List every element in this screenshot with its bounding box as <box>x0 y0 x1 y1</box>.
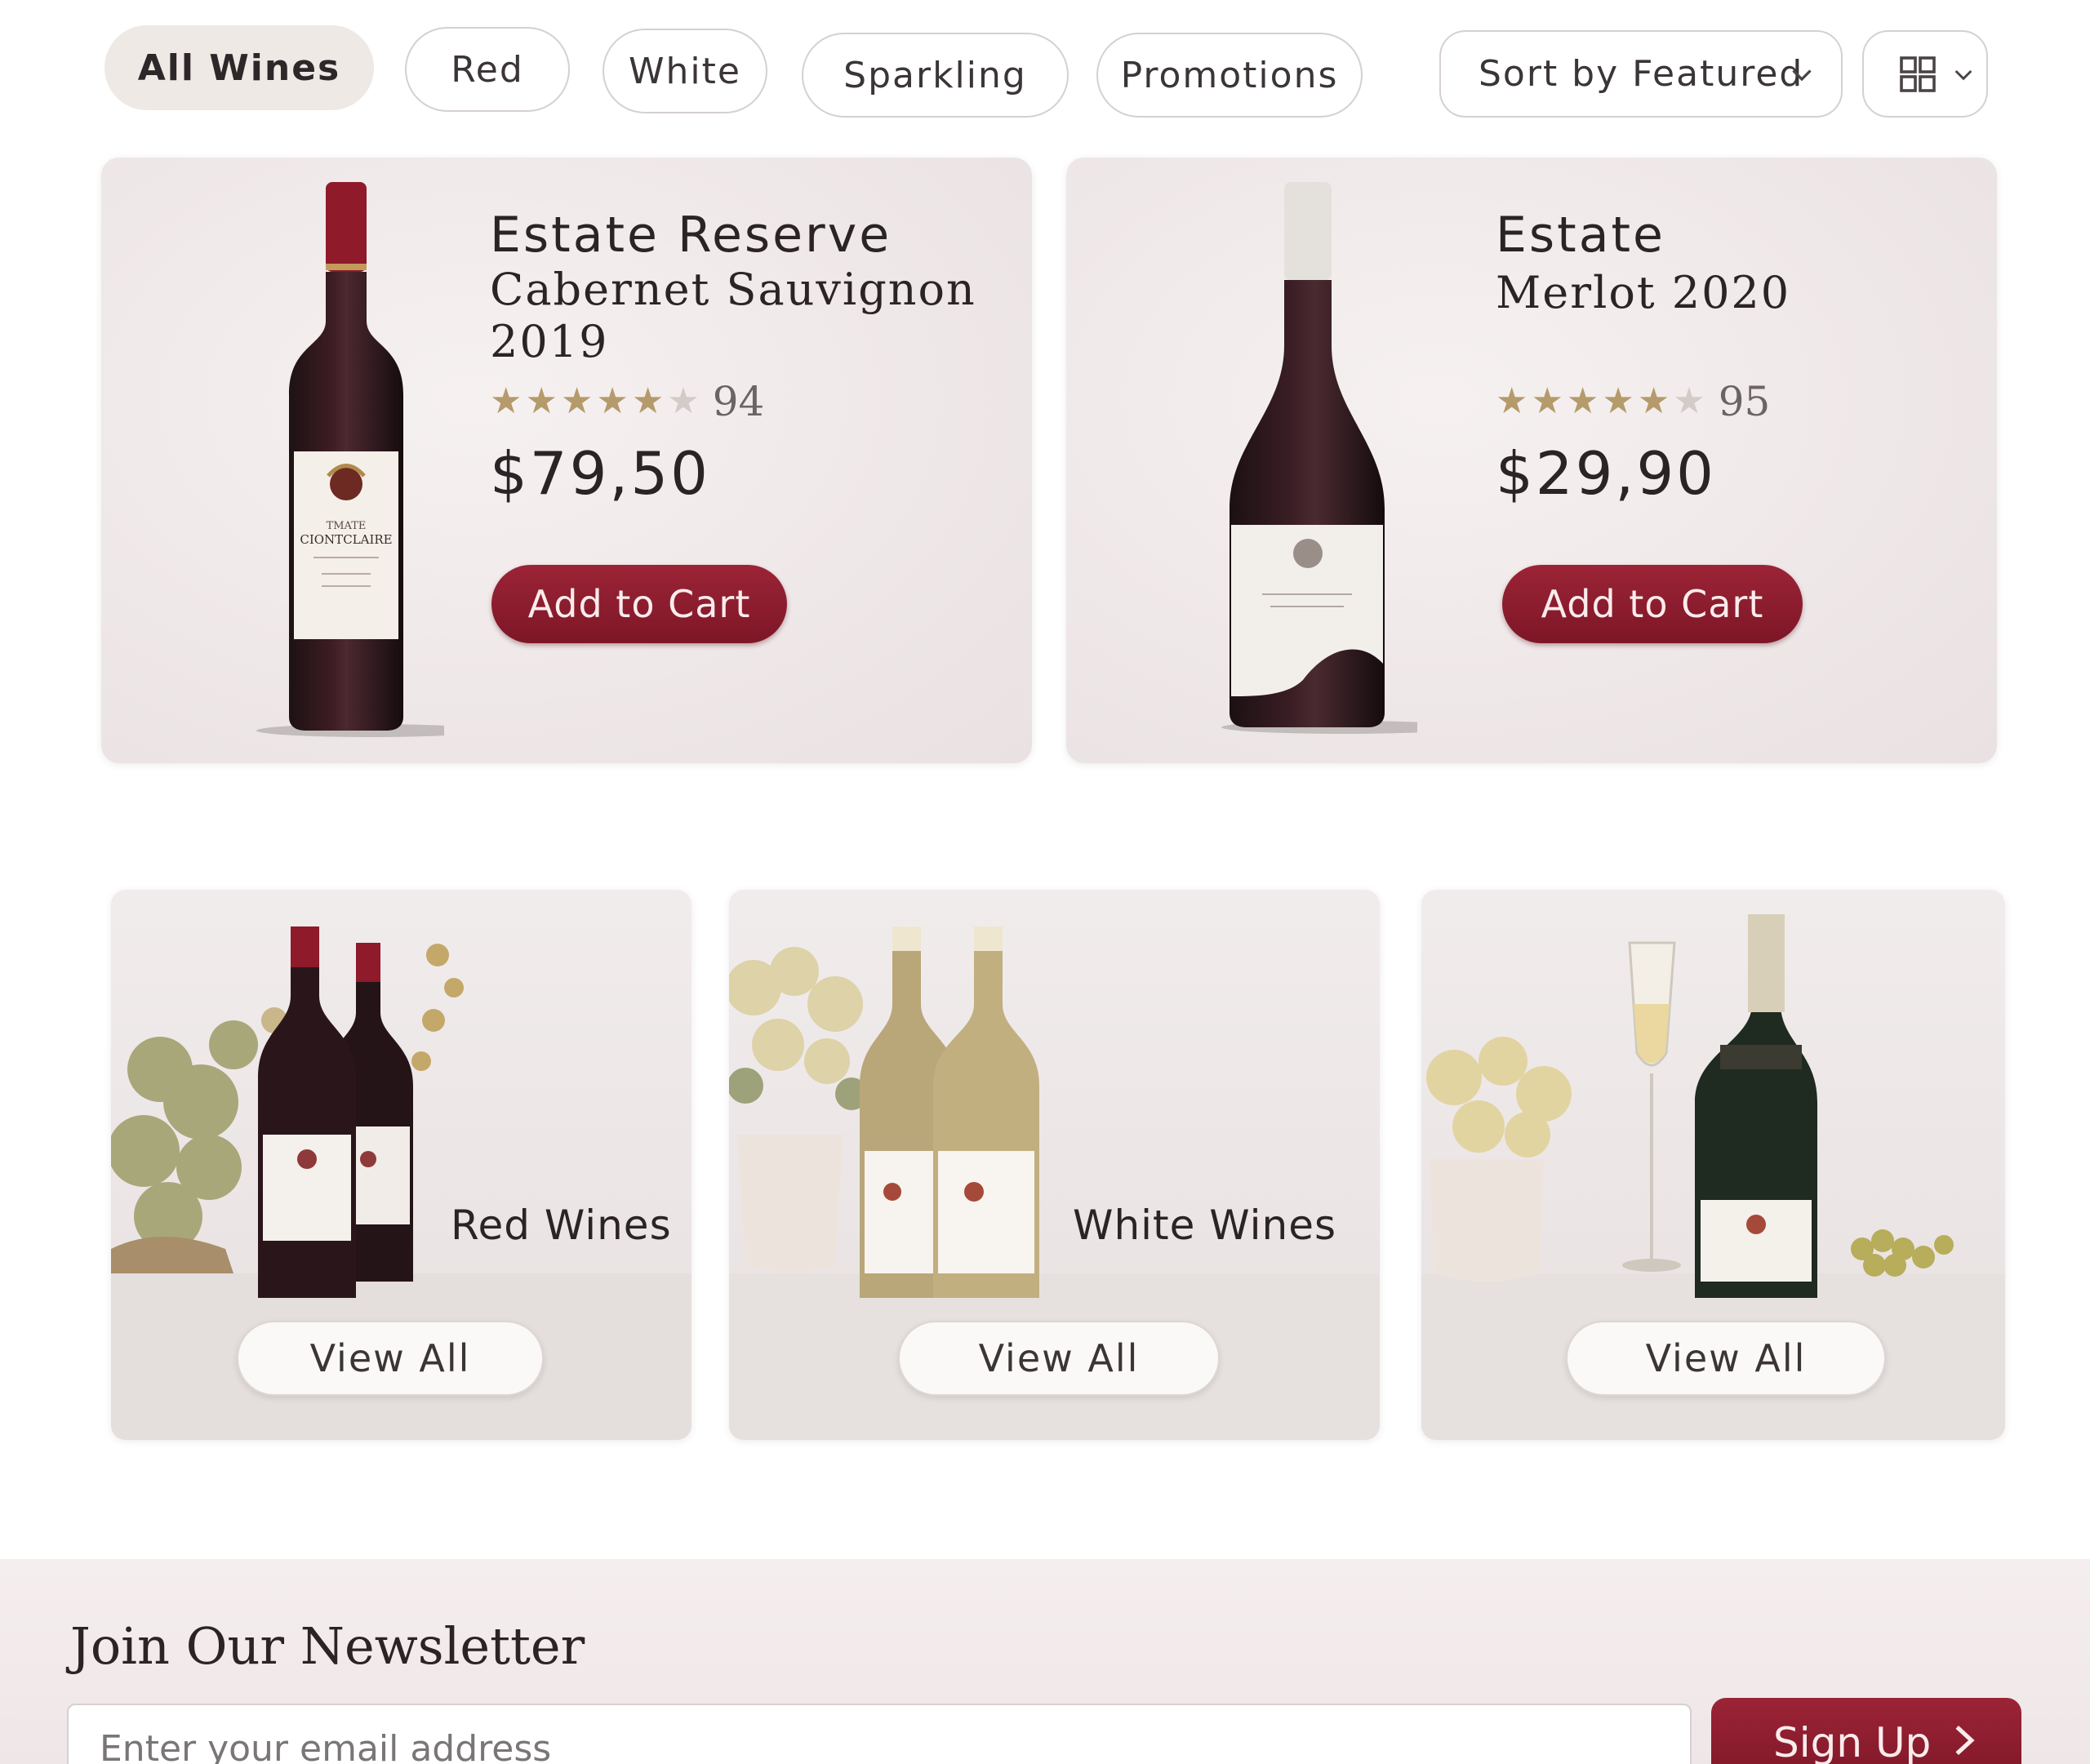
star-icon: ★ <box>596 380 629 422</box>
wine-bottle-image <box>1221 182 1417 734</box>
star-icon: ★ <box>1496 380 1528 422</box>
filter-sparkling-label: Sparkling <box>843 54 1027 96</box>
add-to-cart-label: Add to Cart <box>1541 582 1764 626</box>
sort-dropdown[interactable]: Sort by Featured <box>1439 30 1843 118</box>
newsletter-title: Join Our Newsletter <box>70 1616 585 1676</box>
product-subtitle-line2: 2019 <box>490 316 609 367</box>
chevron-down-icon <box>1792 69 1812 82</box>
wine-bottle-image: TMATE CIONTCLAIRE <box>256 182 444 737</box>
filter-sparkling[interactable]: Sparkling <box>802 33 1069 118</box>
filter-all-wines[interactable]: All Wines <box>104 25 374 110</box>
category-card-sparkling[interactable]: View All <box>1421 890 2005 1440</box>
product-title: Estate Reserve <box>490 207 892 264</box>
view-all-label: View All <box>978 1336 1140 1380</box>
view-all-button[interactable]: View All <box>898 1321 1220 1396</box>
star-icon: ★ <box>1602 380 1634 422</box>
filter-white-label: White <box>629 50 741 92</box>
bottle-label-line1: TMATE <box>327 520 367 532</box>
product-card[interactable]: Estate Merlot 2020 ★ ★ ★ ★ ★ ★ 95 $29,90… <box>1066 158 1997 763</box>
view-toggle-button[interactable] <box>1862 30 1988 118</box>
star-icon: ★ <box>1637 380 1670 422</box>
product-subtitle: Cabernet Sauvignon 2019 <box>490 264 976 368</box>
filter-promotions-label: Promotions <box>1120 54 1339 96</box>
sign-up-label: Sign Up <box>1773 1719 1932 1764</box>
product-price: $79,50 <box>490 439 710 508</box>
bottle-label-line2: CIONTCLAIRE <box>300 532 392 547</box>
star-icon: ★ <box>1531 380 1563 422</box>
sign-up-button[interactable]: Sign Up <box>1711 1698 2021 1764</box>
view-all-button[interactable]: View All <box>1566 1321 1886 1396</box>
product-subtitle-line1: Cabernet Sauvignon <box>490 264 976 315</box>
add-to-cart-button[interactable]: Add to Cart <box>1502 565 1803 643</box>
rating-score: 95 <box>1718 378 1771 425</box>
rating-score: 94 <box>712 378 765 425</box>
grid-view-icon <box>1900 56 1936 92</box>
add-to-cart-button[interactable]: Add to Cart <box>491 565 787 643</box>
chevron-right-icon <box>1955 1725 1975 1756</box>
filter-red-label: Red <box>451 48 524 91</box>
category-card-red[interactable]: Red Wines View All <box>111 890 691 1440</box>
star-empty-icon: ★ <box>667 380 700 422</box>
star-icon: ★ <box>560 380 594 422</box>
category-card-white[interactable]: White Wines View All <box>729 890 1380 1440</box>
newsletter-section: Join Our Newsletter Sign Up <box>0 1559 2090 1764</box>
product-price: $29,90 <box>1496 439 1716 508</box>
product-card[interactable]: TMATE CIONTCLAIRE Estate Reserve Caberne… <box>101 158 1032 763</box>
star-icon: ★ <box>490 380 522 422</box>
view-all-label: View All <box>1645 1336 1807 1380</box>
filter-red[interactable]: Red <box>405 27 570 112</box>
view-all-label: View All <box>309 1336 471 1380</box>
product-subtitle: Merlot 2020 <box>1496 267 1791 318</box>
star-icon: ★ <box>525 380 558 422</box>
view-all-button[interactable]: View All <box>237 1321 544 1396</box>
star-icon: ★ <box>631 380 665 422</box>
filter-white[interactable]: White <box>603 29 767 113</box>
star-icon: ★ <box>1566 380 1599 422</box>
filter-all-wines-label: All Wines <box>137 47 341 89</box>
chevron-down-icon <box>1954 69 1972 81</box>
category-label: Red Wines <box>451 1202 672 1249</box>
star-empty-icon: ★ <box>1673 380 1705 422</box>
product-rating: ★ ★ ★ ★ ★ ★ 94 <box>490 378 764 425</box>
product-title: Estate <box>1496 207 1665 264</box>
filter-promotions[interactable]: Promotions <box>1096 33 1363 118</box>
email-field[interactable] <box>67 1704 1692 1764</box>
product-rating: ★ ★ ★ ★ ★ ★ 95 <box>1496 378 1770 425</box>
sort-dropdown-label: Sort by Featured <box>1479 53 1804 95</box>
category-label: White Wines <box>1073 1202 1337 1249</box>
add-to-cart-label: Add to Cart <box>527 582 751 626</box>
